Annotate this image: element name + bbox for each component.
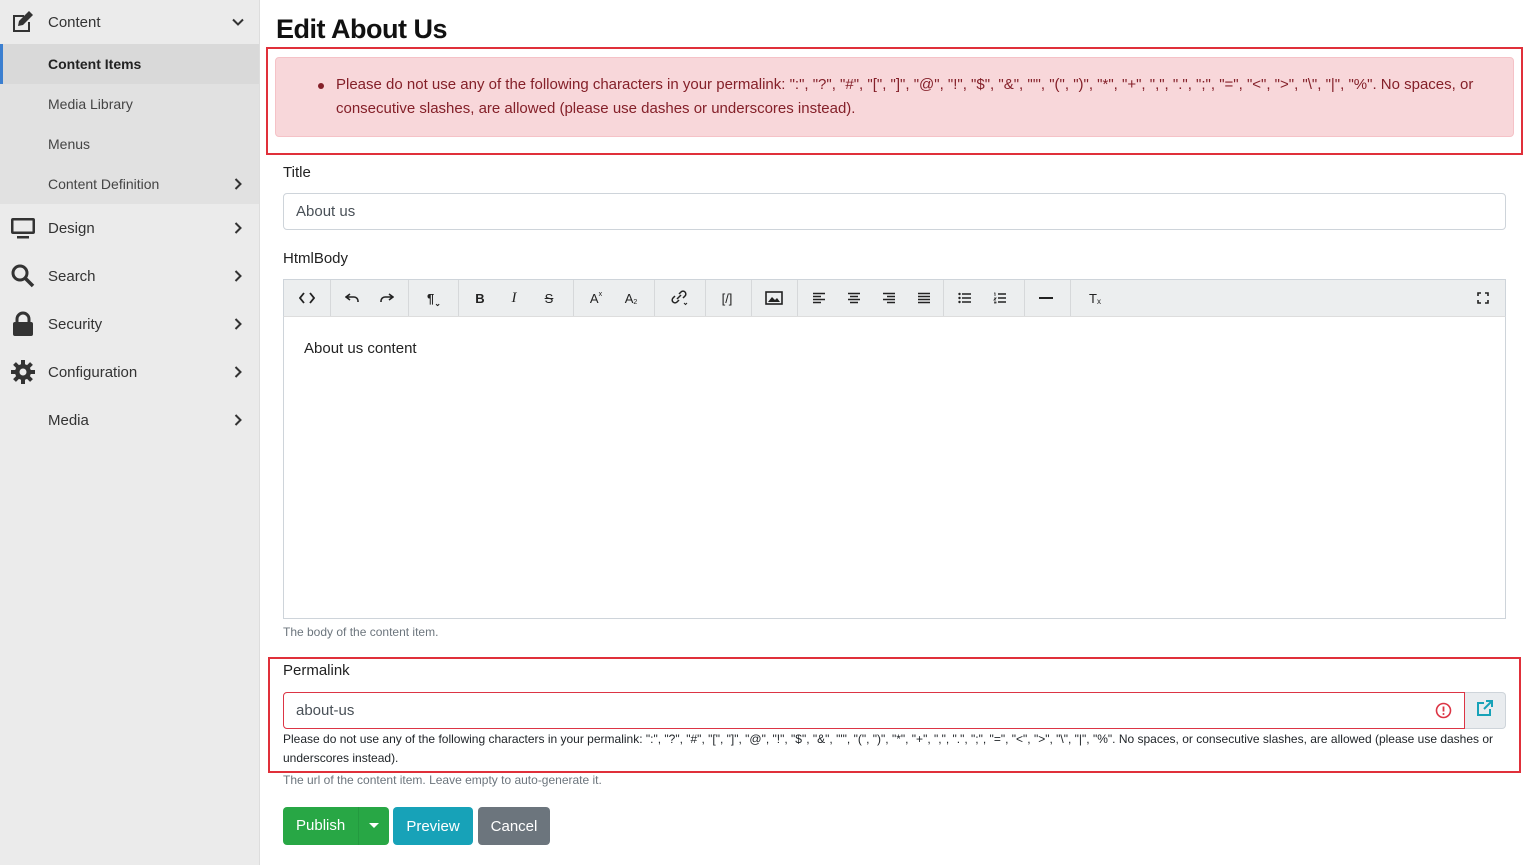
sidebar: Content Content Items Media Library Menu… xyxy=(0,0,260,865)
sidebar-item-content-definition[interactable]: Content Definition xyxy=(0,164,259,204)
strikethrough-button[interactable]: S xyxy=(533,280,565,316)
bold-button[interactable]: B xyxy=(464,280,496,316)
italic-button[interactable]: I xyxy=(498,280,530,316)
sidebar-item-label: Media Library xyxy=(48,96,133,112)
sidebar-item-label: Content Items xyxy=(48,56,142,72)
permalink-value: about-us xyxy=(296,702,355,719)
lock-icon xyxy=(10,311,36,337)
bullet-list-icon[interactable] xyxy=(949,280,981,316)
sidebar-item-content[interactable]: Content xyxy=(0,0,259,44)
permalink-help-text: The url of the content item. Leave empty… xyxy=(283,773,602,787)
sidebar-item-label: Search xyxy=(48,267,96,285)
align-justify-icon[interactable] xyxy=(908,280,940,316)
chevron-right-icon xyxy=(232,270,244,282)
sidebar-item-content-items[interactable]: Content Items xyxy=(0,44,259,84)
search-icon xyxy=(10,263,36,289)
sidebar-item-security[interactable]: Security xyxy=(0,302,259,346)
chevron-right-icon xyxy=(232,178,244,190)
paragraph-icon: ¶ xyxy=(427,290,435,306)
chevron-right-icon xyxy=(232,366,244,378)
page-title: Edit About Us xyxy=(276,14,447,44)
superscript-icon: A xyxy=(589,290,599,306)
sidebar-item-label: Configuration xyxy=(48,363,138,381)
redo-icon[interactable] xyxy=(371,280,403,316)
permalink-input[interactable]: about-us xyxy=(283,692,1465,729)
clear-format-icon: T xyxy=(1089,290,1097,306)
htmlbody-help-text: The body of the content item. xyxy=(283,625,439,639)
permalink-error-message: Please do not use any of the following c… xyxy=(283,732,1494,765)
align-right-icon[interactable] xyxy=(873,280,905,316)
chevron-right-icon xyxy=(232,414,244,426)
title-input[interactable]: About us xyxy=(283,193,1506,230)
editor-content: About us content xyxy=(304,340,417,357)
monitor-icon xyxy=(10,215,36,241)
subscript-icon: A xyxy=(624,290,634,306)
open-permalink-button[interactable] xyxy=(1465,692,1506,729)
title-label: Title xyxy=(283,164,311,181)
htmlbody-label: HtmlBody xyxy=(283,250,349,267)
sidebar-item-label: Media xyxy=(48,411,89,429)
align-center-icon[interactable] xyxy=(838,280,870,316)
chevron-right-icon xyxy=(232,222,244,234)
chevron-right-icon xyxy=(232,318,244,330)
edit-icon xyxy=(10,9,36,35)
horizontal-rule-icon[interactable] xyxy=(1030,280,1062,316)
sidebar-item-label: Security xyxy=(48,315,103,333)
publish-button[interactable]: Publish xyxy=(283,807,389,845)
main-content: Edit About Us Please do not use any of t… xyxy=(260,0,1527,865)
clear-format-button[interactable]: Tx xyxy=(1079,280,1111,316)
sidebar-item-media[interactable]: Media xyxy=(0,398,259,442)
sidebar-item-label: Content xyxy=(48,13,101,31)
cancel-button[interactable]: Cancel xyxy=(478,807,550,845)
chevron-down-icon xyxy=(232,16,244,28)
html-editor[interactable]: About us content xyxy=(283,317,1506,619)
code-block-button[interactable]: [/] xyxy=(711,280,743,316)
error-icon xyxy=(1435,702,1452,719)
preview-button[interactable]: Preview xyxy=(393,807,473,845)
sidebar-item-label: Menus xyxy=(48,136,91,152)
image-icon[interactable] xyxy=(758,280,790,316)
sidebar-item-design[interactable]: Design xyxy=(0,206,259,250)
sidebar-item-menus[interactable]: Menus xyxy=(0,124,259,164)
source-code-icon[interactable] xyxy=(289,280,325,316)
numbered-list-icon[interactable] xyxy=(984,280,1016,316)
permalink-label: Permalink xyxy=(283,662,350,679)
sidebar-item-search[interactable]: Search xyxy=(0,254,259,298)
link-icon[interactable] xyxy=(660,280,700,316)
paragraph-format-button[interactable]: ¶ ⌄ xyxy=(414,280,454,316)
sidebar-item-media-library[interactable]: Media Library xyxy=(0,84,259,124)
fullscreen-icon[interactable] xyxy=(1467,280,1499,316)
validation-alert: Please do not use any of the following c… xyxy=(275,57,1514,137)
gear-icon xyxy=(10,359,36,385)
bullet-icon xyxy=(318,83,324,89)
undo-icon[interactable] xyxy=(336,280,368,316)
editor-toolbar: ¶ ⌄ B I S Ax A2 [/] T x xyxy=(283,279,1506,317)
button-divider xyxy=(358,807,359,845)
external-link-icon xyxy=(1476,699,1494,722)
subscript-button[interactable]: A2 xyxy=(615,280,647,316)
superscript-button[interactable]: Ax xyxy=(580,280,612,316)
alert-message: Please do not use any of the following c… xyxy=(336,76,1474,117)
publish-label: Publish xyxy=(296,817,346,834)
sidebar-item-label: Design xyxy=(48,219,95,237)
sidebar-item-label: Content Definition xyxy=(48,176,160,192)
sidebar-item-configuration[interactable]: Configuration xyxy=(0,350,259,394)
caret-down-icon[interactable] xyxy=(369,823,379,828)
align-left-icon[interactable] xyxy=(803,280,835,316)
